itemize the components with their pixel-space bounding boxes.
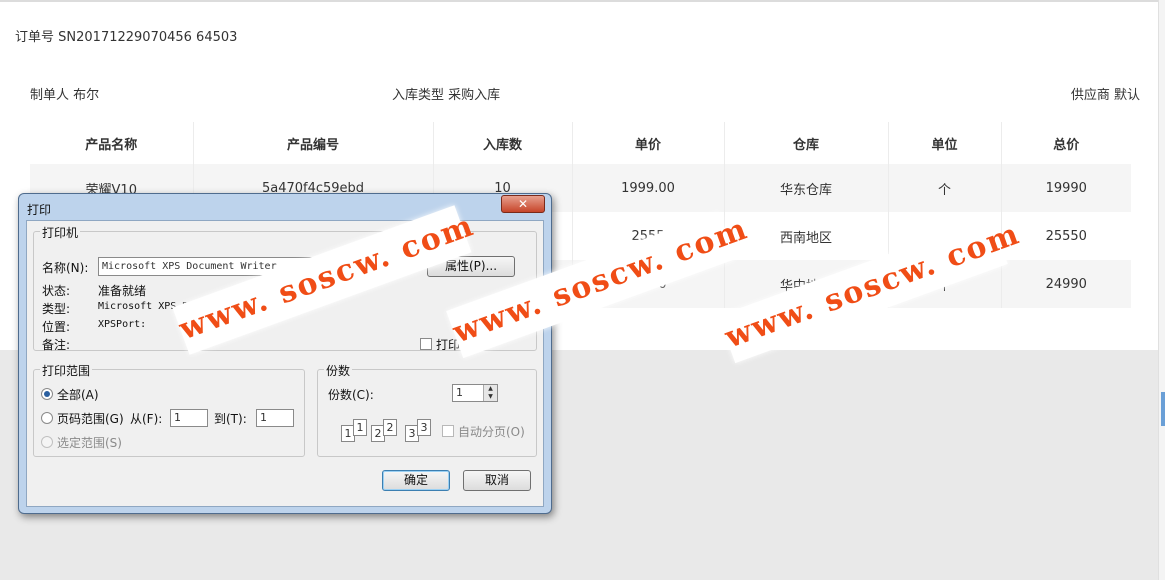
table-cell: 1999.00 — [571, 164, 724, 212]
print-range-group: 打印范围 全部(A) 页码范围(G) 从(F): 1 到(T): 1 选定范围(… — [33, 362, 305, 457]
print-to-file-checkbox[interactable] — [420, 338, 432, 350]
column-header: 总价 — [1000, 122, 1131, 164]
close-icon[interactable]: ✕ — [501, 195, 545, 213]
table-header-row: 产品名称 产品编号 入库数 单价 仓库 单位 总价 — [30, 122, 1131, 164]
column-header: 产品编号 — [192, 122, 433, 164]
column-header: 仓库 — [723, 122, 888, 164]
collate-page-icon: 1 — [353, 419, 367, 436]
printer-group-label: 打印机 — [40, 224, 81, 241]
copies-label: 份数(C): — [328, 388, 374, 402]
printer-name-label: 名称(N): — [42, 261, 89, 275]
table-cell: 24990 — [1000, 260, 1131, 308]
table-cell: 个 — [887, 164, 1001, 212]
table-cell: 19990 — [1000, 164, 1131, 212]
order-number: 订单号 SN20171229070456 64503 — [15, 26, 237, 45]
column-header: 单价 — [571, 122, 724, 164]
collate-label: 自动分页(O) — [458, 425, 525, 439]
selection-radio[interactable] — [41, 436, 53, 448]
scrollbar-thumb[interactable] — [1161, 392, 1165, 426]
status-label: 状态: — [42, 284, 71, 298]
all-pages-label: 全部(A) — [57, 388, 99, 402]
cancel-button[interactable]: 取消 — [463, 470, 531, 491]
from-page-input[interactable]: 1 — [170, 409, 208, 427]
printer-select-value: Microsoft XPS Document Writer — [102, 261, 277, 272]
dialog-title: 打印 — [27, 203, 52, 217]
ok-button[interactable]: 确定 — [382, 470, 450, 491]
table-cell: 华东仓库 — [723, 164, 888, 212]
copies-group-label: 份数 — [324, 362, 353, 379]
comment-label: 备注: — [42, 338, 71, 352]
inbound-type: 入库类型 采购入库 — [392, 88, 501, 103]
where-value: XPSPort: — [98, 319, 147, 330]
vertical-scrollbar[interactable] — [1158, 0, 1165, 580]
dialog-body: 打印机 名称(N): Microsoft XPS Document Writer… — [26, 220, 544, 507]
copies-group: 份数 份数(C): 1 ▲ ▼ 1 1 2 2 3 3 自动分页(O) — [317, 362, 537, 457]
column-header: 单位 — [887, 122, 1001, 164]
type-label: 类型: — [42, 302, 71, 316]
column-header: 产品名称 — [85, 137, 138, 153]
collate-checkbox[interactable] — [442, 425, 454, 437]
creator: 制单人 布尔 — [30, 88, 100, 103]
to-page-input[interactable]: 1 — [256, 409, 294, 427]
copies-value: 1 — [456, 386, 463, 399]
column-header: 入库数 — [432, 122, 572, 164]
all-pages-radio[interactable] — [41, 388, 53, 400]
table-cell: 25550 — [1000, 212, 1131, 260]
page-range-radio[interactable] — [41, 412, 53, 424]
collate-page-icon: 3 — [417, 419, 431, 436]
selection-label: 选定范围(S) — [57, 436, 122, 450]
from-label: 从(F): — [130, 412, 163, 426]
order-number-label: 订单号 — [15, 30, 55, 45]
collate-page-icon: 2 — [383, 419, 397, 436]
where-label: 位置: — [42, 320, 71, 334]
print-range-label: 打印范围 — [40, 362, 93, 379]
page-range-label: 页码范围(G) — [57, 412, 124, 426]
copies-input[interactable]: 1 ▲ ▼ — [452, 384, 498, 402]
status-value: 准备就绪 — [98, 284, 147, 298]
supplier: 供应商 默认 — [1070, 88, 1140, 103]
to-label: 到(T): — [214, 412, 247, 426]
order-number-value: SN20171229070456 64503 — [58, 30, 238, 45]
spinner-arrows-icon[interactable]: ▲ ▼ — [483, 385, 497, 401]
